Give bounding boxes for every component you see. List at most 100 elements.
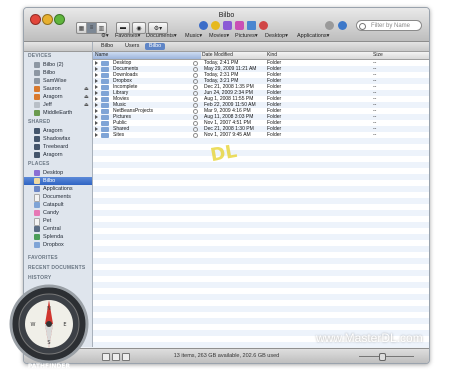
window-icon[interactable] — [247, 21, 256, 30]
row-stripe — [93, 270, 429, 276]
network-volume-icon — [34, 102, 40, 108]
sidebar-section-recent-documents[interactable]: RECENT DOCUMENTS — [28, 265, 85, 271]
column-header-date[interactable]: Date Modified — [202, 52, 233, 59]
info-icon[interactable] — [199, 21, 208, 30]
sidebar-item-shared[interactable]: Shadowfax — [24, 135, 92, 143]
sidebar-item-shared[interactable]: Aragorn — [24, 151, 92, 159]
disclosure-triangle-icon[interactable] — [95, 115, 98, 119]
row-stripe — [93, 282, 429, 288]
disclosure-triangle-icon[interactable] — [95, 79, 98, 83]
sidebar-section-places[interactable]: PLACES — [28, 161, 49, 167]
sidebar-toolbar — [24, 42, 92, 52]
applications-icon — [34, 186, 40, 192]
file-kind: Folder — [267, 132, 282, 138]
column-header-size[interactable]: Size — [373, 52, 383, 59]
slider-knob[interactable] — [379, 353, 386, 361]
sidebar-item-device[interactable]: MiddleEarth — [24, 109, 92, 117]
sidebar-item-places[interactable]: Applications — [24, 185, 92, 193]
svg-text:N: N — [47, 306, 51, 312]
row-stripe — [93, 198, 429, 204]
site-watermark: www.MasterDL.com — [316, 331, 423, 345]
drive-icon — [34, 62, 40, 68]
splenda-icon — [34, 234, 40, 240]
icon-view-button[interactable]: ▦ — [77, 23, 87, 33]
favbar-applications[interactable]: Applications▾ — [297, 32, 329, 41]
eject-icon[interactable]: ⏏ — [84, 101, 89, 109]
external-drive-icon — [34, 86, 40, 92]
disclosure-triangle-icon[interactable] — [95, 97, 98, 101]
favbar-desktop[interactable]: Desktop▾ — [265, 32, 288, 41]
sidebar-item-places[interactable]: Pet — [24, 217, 92, 226]
disclosure-triangle-icon[interactable] — [95, 121, 98, 125]
sidebar-item-device[interactable]: Aragorn ⏏ — [24, 93, 92, 101]
row-stripe — [93, 306, 429, 312]
favbar-pictures[interactable]: Pictures▾ — [235, 32, 258, 41]
sidebar-section-favorites[interactable]: FAVORITES — [28, 255, 58, 261]
column-header-name[interactable]: Name — [93, 52, 201, 59]
favbar-favorites[interactable]: Favorites▾ — [115, 32, 140, 41]
burn-icon[interactable] — [211, 21, 220, 30]
disclosure-triangle-icon[interactable] — [95, 109, 98, 113]
file-date: Nov 1, 2007 9:45 AM — [204, 132, 251, 138]
sidebar-item-places[interactable]: Desktop — [24, 169, 92, 177]
sidebar-item-places-selected[interactable]: Bilbo — [24, 177, 92, 185]
candy-icon — [34, 210, 40, 216]
disclosure-triangle-icon[interactable] — [95, 85, 98, 89]
path-crumb[interactable]: Users — [121, 43, 143, 50]
row-stripe — [93, 318, 429, 324]
sidebar-item-device[interactable]: Sauron ⏏ — [24, 85, 92, 93]
path-crumb[interactable]: Bilbo — [97, 43, 117, 50]
disclosure-triangle-icon[interactable] — [95, 127, 98, 131]
favorites-bar: ⚙▾ Favorites▾ Documents▾ Music▾ Movies▾ … — [93, 32, 393, 41]
delete-icon[interactable] — [259, 21, 268, 30]
sidebar-item-places[interactable]: Central — [24, 225, 92, 233]
globe-volume-icon — [34, 110, 40, 116]
sidebar-item-device[interactable]: Bilbo — [24, 69, 92, 77]
sidebar-item-device[interactable]: Bilbo (2) — [24, 61, 92, 69]
globe-icon[interactable] — [338, 21, 347, 30]
svg-text:W: W — [31, 322, 36, 328]
sidebar-item-shared[interactable]: Aragorn — [24, 127, 92, 135]
sidebar-item-places[interactable]: Candy — [24, 209, 92, 217]
drive-icon — [34, 70, 40, 76]
eject-icon[interactable]: ⏏ — [84, 85, 89, 93]
disclosure-triangle-icon[interactable] — [95, 91, 98, 95]
disclosure-triangle-icon[interactable] — [95, 133, 98, 137]
eject-icon[interactable]: ⏏ — [84, 93, 89, 101]
terminal-icon[interactable] — [223, 21, 232, 30]
folder-icon — [101, 133, 109, 138]
column-header-kind[interactable]: Kind — [267, 52, 277, 59]
file-list: Name Date Modified Kind Size Desktop Toda… — [93, 52, 429, 347]
label-dot-icon — [193, 133, 198, 138]
drop-stack-icon[interactable] — [235, 21, 244, 30]
sidebar-item-places[interactable]: Splenda — [24, 233, 92, 241]
sidebar-item-device[interactable]: SamWise — [24, 77, 92, 85]
search-scope-icon[interactable] — [325, 21, 334, 30]
sidebar-item-places[interactable]: Documents — [24, 193, 92, 202]
favbar-music[interactable]: Music▾ — [185, 32, 202, 41]
disclosure-triangle-icon[interactable] — [95, 103, 98, 107]
sidebar-section-devices[interactable]: DEVICES — [28, 53, 51, 59]
sidebar-section-shared[interactable]: SHARED — [28, 119, 50, 125]
folder-icon — [34, 242, 40, 248]
desktop-icon — [34, 170, 40, 176]
sidebar-item-places[interactable]: Catapult — [24, 201, 92, 209]
search-icon — [359, 23, 366, 30]
disclosure-triangle-icon[interactable] — [95, 67, 98, 71]
sidebar-item-shared[interactable]: Treebeard — [24, 143, 92, 151]
sidebar-item-places[interactable]: Dropbox — [24, 241, 92, 249]
sidebar-item-device[interactable]: Jeff ⏏ — [24, 101, 92, 109]
row-stripe — [93, 246, 429, 252]
favbar-movies[interactable]: Movies▾ — [209, 32, 229, 41]
favbar-documents[interactable]: Documents▾ — [146, 32, 177, 41]
drive-icon — [34, 78, 40, 84]
path-crumb-current[interactable]: Bilbo — [145, 43, 166, 50]
display-icon — [34, 128, 40, 134]
icon-size-slider[interactable] — [359, 356, 414, 357]
favbar-gear-icon[interactable]: ⚙▾ — [101, 32, 109, 41]
central-icon — [34, 226, 40, 232]
external-drive-icon — [34, 94, 40, 100]
disclosure-triangle-icon[interactable] — [95, 73, 98, 77]
disclosure-triangle-icon[interactable] — [95, 61, 98, 65]
home-icon — [34, 178, 40, 184]
